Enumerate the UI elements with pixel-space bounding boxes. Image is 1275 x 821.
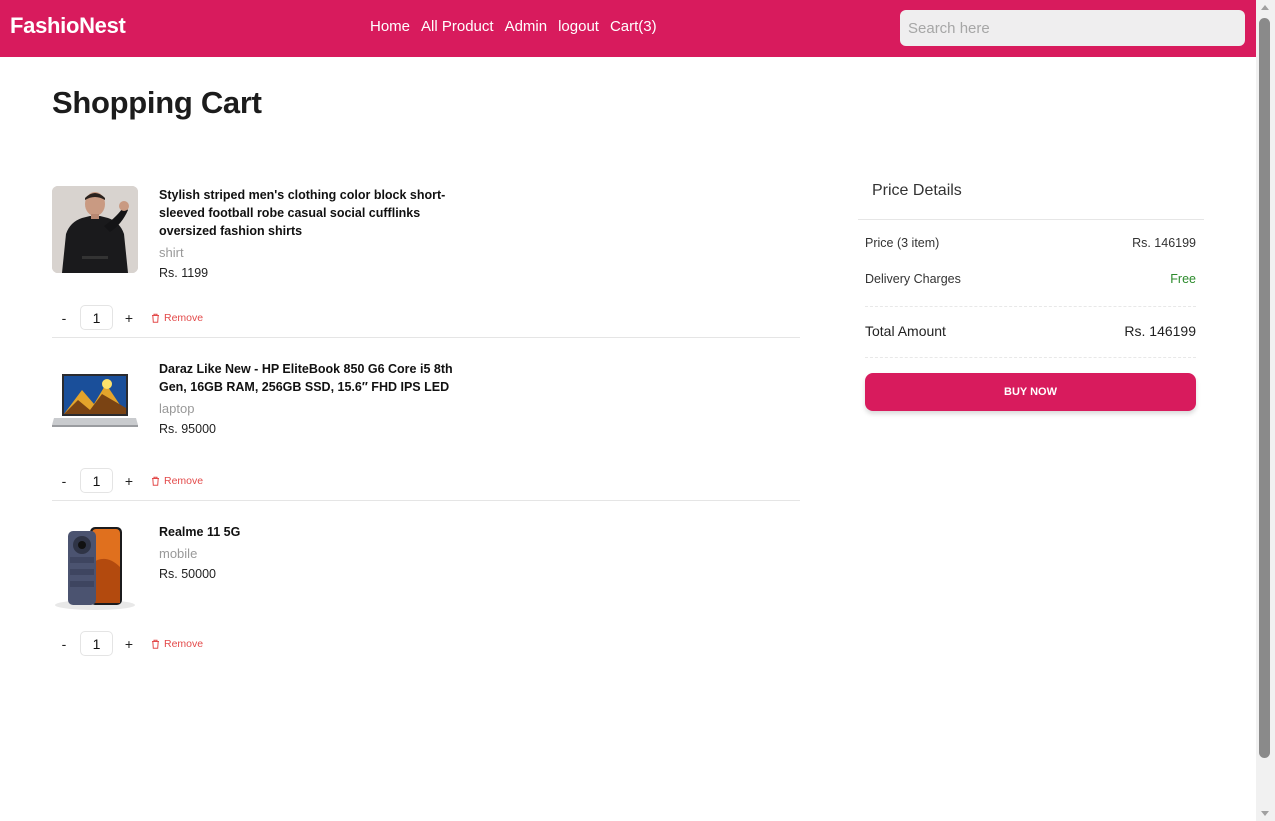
quantity-input[interactable] (80, 631, 113, 656)
item-category: shirt (159, 245, 184, 260)
item-price: Rs. 1199 (159, 266, 209, 280)
nav-all-product[interactable]: All Product (421, 18, 494, 35)
decrease-quantity-button[interactable]: - (52, 632, 76, 656)
delivery-label: Delivery Charges (865, 272, 961, 286)
price-details-panel: Price Details Price (3 item) Rs. 146199 … (858, 170, 1204, 411)
price-details-title: Price Details (858, 170, 1204, 220)
scroll-thumb[interactable] (1259, 18, 1270, 758)
increase-quantity-button[interactable]: + (117, 632, 141, 656)
page-scrollbar[interactable] (1256, 0, 1275, 821)
item-name[interactable]: Daraz Like New - HP EliteBook 850 G6 Cor… (159, 360, 474, 396)
black-shirt-photo (52, 186, 138, 273)
delivery-row: Delivery Charges Free (865, 272, 1196, 286)
nav-home[interactable]: Home (370, 18, 410, 35)
cart-item: Realme 11 5G mobile Rs. 50000 - + Remove (52, 523, 800, 663)
nav-logout[interactable]: logout (558, 18, 599, 35)
trash-icon (152, 313, 159, 323)
item-name[interactable]: Stylish striped men's clothing color blo… (159, 186, 474, 240)
page-title: Shopping Cart (52, 85, 262, 120)
trash-icon (152, 639, 159, 649)
item-info: Realme 11 5G mobile Rs. 50000 (159, 523, 474, 583)
item-name[interactable]: Realme 11 5G (159, 523, 474, 541)
price-row: Price (3 item) Rs. 146199 (865, 236, 1196, 250)
total-value: Rs. 146199 (1124, 323, 1196, 339)
divider (865, 357, 1196, 358)
buy-now-button[interactable]: BUY NOW (865, 373, 1196, 411)
item-category: laptop (159, 401, 195, 416)
item-category: mobile (159, 546, 198, 561)
divider (865, 306, 1196, 307)
nav-cart[interactable]: Cart(3) (610, 18, 657, 35)
decrease-quantity-button[interactable]: - (52, 306, 76, 330)
item-info: Daraz Like New - HP EliteBook 850 G6 Cor… (159, 360, 474, 438)
scroll-up-icon[interactable] (1261, 5, 1269, 10)
scroll-down-icon[interactable] (1261, 811, 1269, 816)
quantity-input[interactable] (80, 468, 113, 493)
quantity-controls: - + Remove (52, 468, 203, 493)
brand-logo[interactable]: FashioNest (10, 13, 126, 39)
delivery-value: Free (1170, 272, 1196, 286)
cart-item: Daraz Like New - HP EliteBook 850 G6 Cor… (52, 360, 800, 501)
item-info: Stylish striped men's clothing color blo… (159, 186, 474, 282)
increase-quantity-button[interactable]: + (117, 306, 141, 330)
remove-label: Remove (164, 474, 204, 487)
remove-button[interactable]: Remove (151, 638, 203, 650)
navbar: FashioNest Home All Product Admin logout… (0, 0, 1256, 57)
remove-button[interactable]: Remove (151, 475, 203, 487)
remove-label: Remove (164, 311, 204, 324)
decrease-quantity-button[interactable]: - (52, 469, 76, 493)
increase-quantity-button[interactable]: + (117, 469, 141, 493)
total-row: Total Amount Rs. 146199 (865, 323, 1196, 339)
quantity-input[interactable] (80, 305, 113, 330)
cart-item: Stylish striped men's clothing color blo… (52, 186, 800, 338)
quantity-controls: - + Remove (52, 305, 203, 330)
phone-photo (52, 523, 138, 610)
nav-admin[interactable]: Admin (505, 18, 548, 35)
item-price: Rs. 50000 (159, 567, 216, 581)
search-input[interactable] (900, 10, 1245, 46)
remove-button[interactable]: Remove (151, 312, 203, 324)
price-label: Price (3 item) (865, 236, 940, 250)
remove-label: Remove (164, 637, 204, 650)
price-value: Rs. 146199 (1132, 236, 1196, 250)
trash-icon (152, 476, 159, 486)
laptop-photo (52, 360, 138, 447)
nav-links: Home All Product Admin logout Cart(3) (370, 18, 668, 35)
item-price: Rs. 95000 (159, 422, 216, 436)
total-label: Total Amount (865, 323, 946, 339)
quantity-controls: - + Remove (52, 631, 203, 656)
